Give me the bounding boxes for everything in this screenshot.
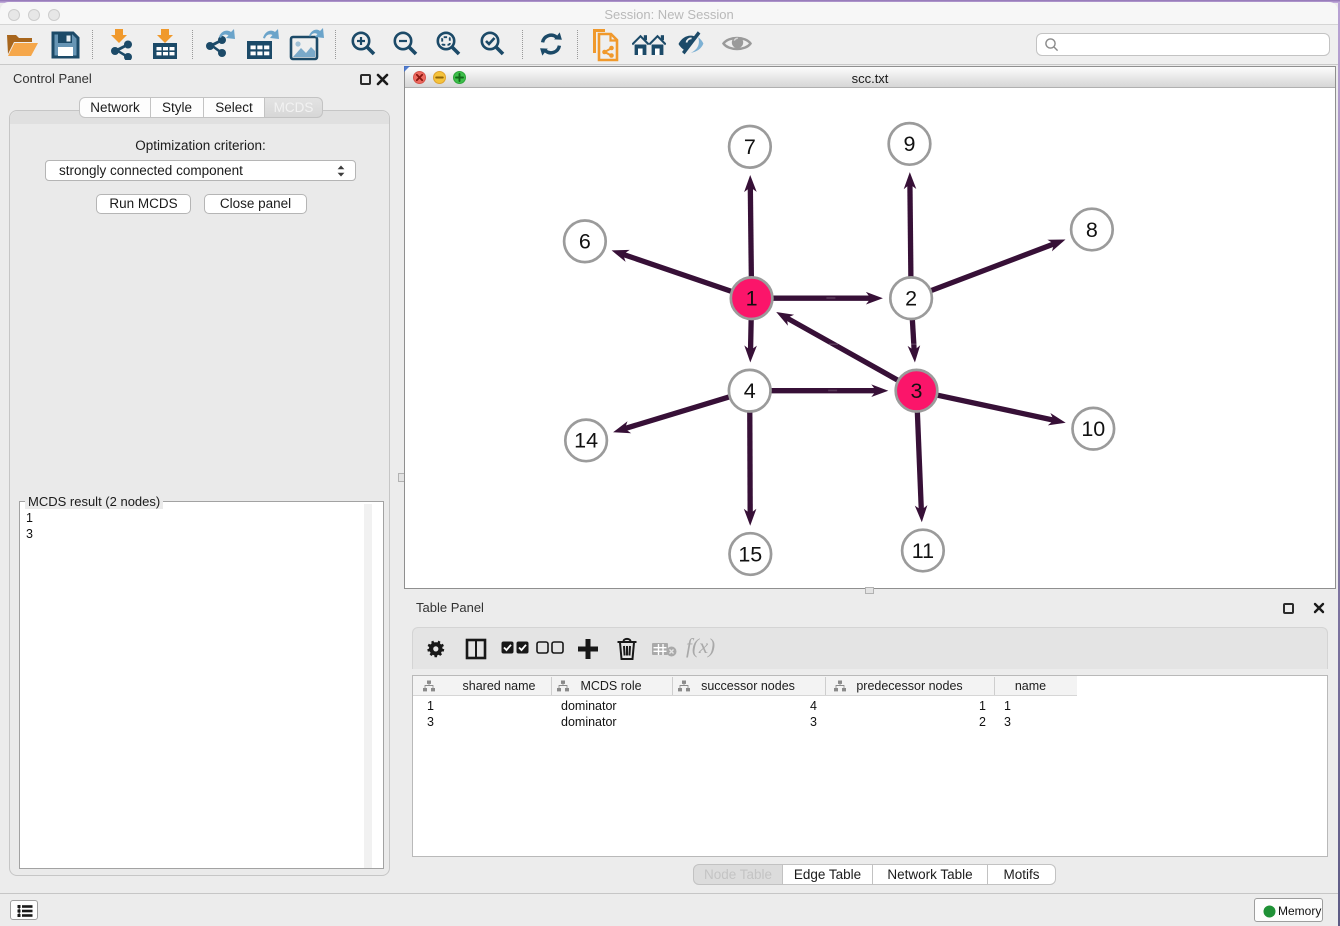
svg-text:6: 6: [579, 230, 591, 254]
svg-text:9: 9: [904, 132, 916, 156]
svg-text:14: 14: [574, 429, 598, 453]
svg-text:2: 2: [905, 287, 917, 311]
svg-text:4: 4: [744, 379, 756, 403]
svg-text:1: 1: [746, 287, 758, 311]
svg-text:8: 8: [1086, 218, 1098, 242]
svg-text:11: 11: [912, 539, 934, 563]
svg-text:10: 10: [1081, 417, 1105, 441]
svg-text:3: 3: [911, 379, 923, 403]
svg-text:7: 7: [744, 135, 756, 159]
svg-text:15: 15: [738, 542, 762, 566]
